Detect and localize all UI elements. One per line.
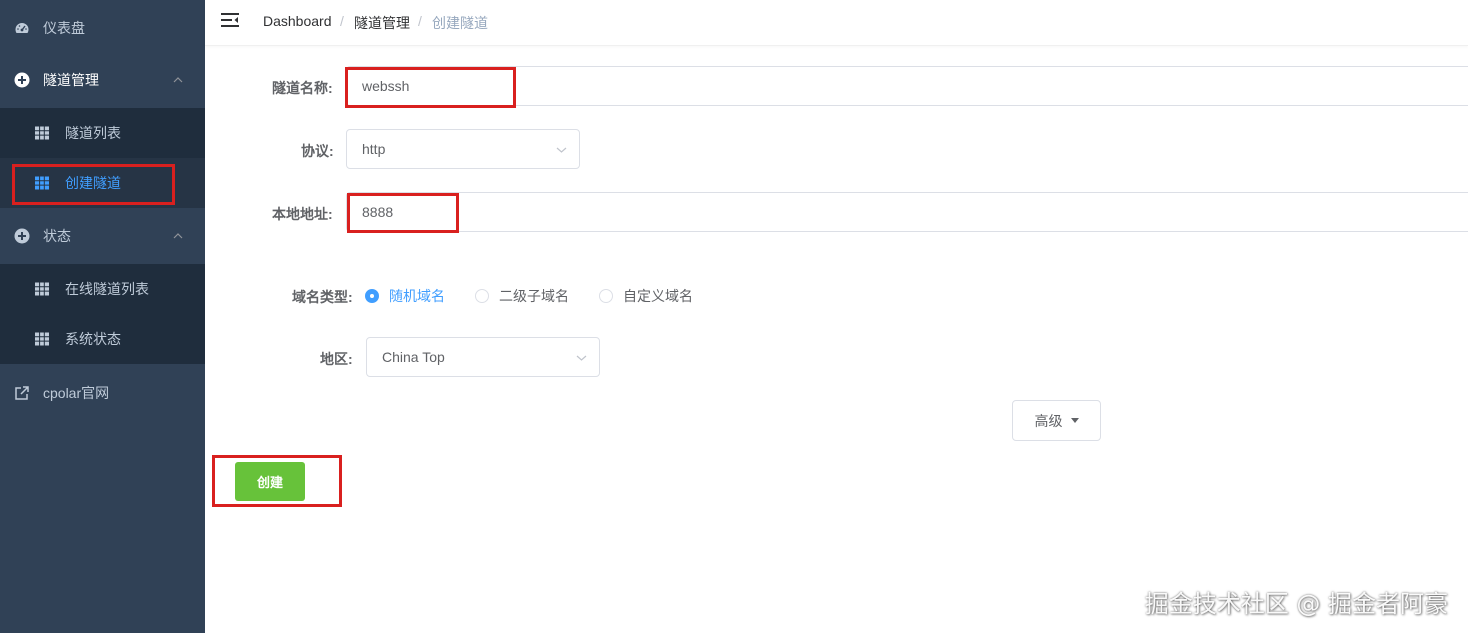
protocol-value: http [362,141,386,157]
breadcrumb-tunnel-management[interactable]: 隧道管理 [354,13,410,33]
sidebar-item-system-status[interactable]: 系统状态 [0,314,205,364]
sidebar-item-create-tunnel[interactable]: 创建隧道 [0,158,205,208]
menu-item-tunnel-management[interactable]: 隧道管理 [0,52,205,108]
chevron-down-icon [576,355,587,361]
plus-circle-icon [14,72,30,88]
sidebar-label-online-tunnels: 在线隧道列表 [65,281,149,297]
advanced-label: 高级 [1034,412,1063,429]
tunnel-name-input[interactable] [346,66,1468,106]
menu-item-cpolar-site[interactable]: cpolar官网 [0,365,205,421]
create-label: 创建 [256,475,283,490]
table-icon [35,332,49,346]
menu-label-status: 状态 [43,228,71,244]
menu-item-dashboard[interactable]: 仪表盘 [0,0,205,56]
menu-item-status[interactable]: 状态 [0,208,205,264]
advanced-dropdown-button[interactable]: 高级 [1012,400,1101,441]
chevron-up-icon [173,233,183,239]
radio-circle [599,289,613,303]
radio-label: 随机域名 [389,288,445,304]
region-label: 地区: [320,351,353,367]
chevron-up-icon [173,77,183,83]
breadcrumb-dashboard[interactable]: Dashboard [263,13,332,29]
radio-random-domain[interactable]: 随机域名 [365,287,445,305]
table-icon [35,282,49,296]
local-address-label: 本地地址: [272,206,333,222]
protocol-label: 协议: [301,143,334,159]
submenu-status: 在线隧道列表 系统状态 [0,264,205,364]
sidebar-label-tunnel-list: 隧道列表 [65,125,121,141]
radio-custom-domain[interactable]: 自定义域名 [599,287,693,305]
radio-circle [475,289,489,303]
menu-label-cpolar-site: cpolar官网 [43,385,110,401]
sidebar-item-tunnel-list[interactable]: 隧道列表 [0,108,205,158]
create-button[interactable]: 创建 [235,462,305,501]
sidebar-label-system-status: 系统状态 [65,331,121,347]
chevron-down-icon [556,147,567,153]
tunnel-name-label: 隧道名称: [272,80,333,96]
sidebar-item-online-tunnels[interactable]: 在线隧道列表 [0,264,205,314]
radio-label: 二级子域名 [499,288,569,304]
sidebar: 仪表盘 隧道管理 隧道列表 创建隧道 状态 在线隧道列表 系统状态 cpolar… [0,0,205,633]
region-select[interactable]: China Top [366,337,600,377]
table-icon [35,126,49,140]
menu-label-tunnel-management: 隧道管理 [43,72,99,88]
domain-type-label: 域名类型: [292,289,353,305]
submenu-tunnel-management: 隧道列表 创建隧道 [0,108,205,208]
plus-circle-icon [14,228,30,244]
external-link-icon [15,386,29,400]
breadcrumb-separator: / [418,13,422,29]
protocol-select[interactable]: http [346,129,580,169]
navbar: Dashboard / 隧道管理 / 创建隧道 [205,0,1468,46]
local-address-input[interactable] [346,192,1468,232]
region-value: China Top [382,349,445,365]
caret-down-icon [1070,418,1079,423]
radio-label: 自定义域名 [623,288,693,304]
radio-circle [365,289,379,303]
dashboard-icon [15,23,29,33]
radio-subdomain[interactable]: 二级子域名 [475,287,569,305]
sidebar-label-create-tunnel: 创建隧道 [65,175,121,191]
hamburger-icon[interactable] [221,12,239,28]
menu-label-dashboard: 仪表盘 [43,20,85,36]
table-icon [35,176,49,190]
breadcrumb-separator: / [340,13,344,29]
watermark: 掘金技术社区 @ 掘金者阿豪 [1144,590,1448,618]
breadcrumb-current: 创建隧道 [432,15,488,31]
